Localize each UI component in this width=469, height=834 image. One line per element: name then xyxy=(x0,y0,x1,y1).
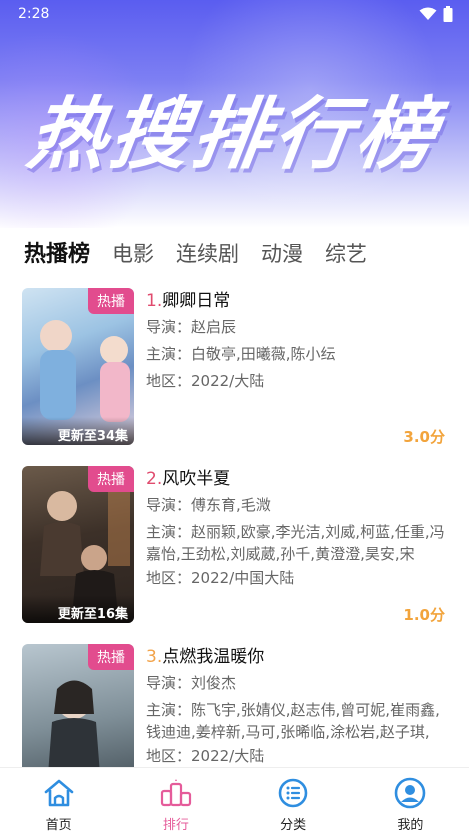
director-text: 导演：刘俊杰 xyxy=(146,674,237,692)
item-title[interactable]: 1.卿卿日常 xyxy=(146,288,449,314)
ranking-list: 热播 更新至34集 1.卿卿日常 导演：赵启辰 主演：白敬亭,田曦薇,陈小纭 地… xyxy=(0,288,469,822)
hot-badge: 热播 xyxy=(88,644,134,670)
bottom-nav: 首页 排行 分类 我的 xyxy=(0,767,469,834)
rank-number: 3. xyxy=(146,647,163,667)
hero-title: 热搜排行榜 xyxy=(22,90,445,180)
nav-category-label: 分类 xyxy=(280,818,307,833)
category-tabs: 热播榜 电影 连续剧 动漫 综艺 xyxy=(24,236,367,268)
cast-text: 主演：白敬亭,田曦薇,陈小纭 xyxy=(146,345,336,363)
score-text: 1.0分 xyxy=(403,606,445,624)
list-item[interactable]: 热播 更新至16集 2.风吹半夏 导演：傅东育,毛溦 主演：赵丽颖,欧豪,李光洁… xyxy=(0,466,469,644)
region-text: 地区：2022/中国大陆 xyxy=(146,569,295,587)
poster-image[interactable]: 热播 更新至16集 xyxy=(22,466,134,623)
tab-anime[interactable]: 动漫 xyxy=(261,238,303,268)
item-title[interactable]: 2.风吹半夏 xyxy=(146,466,449,492)
item-title[interactable]: 3.点燃我温暖你 xyxy=(146,644,449,670)
item-info: 2.风吹半夏 导演：傅东育,毛溦 主演：赵丽颖,欧豪,李光洁,刘威,柯蓝,任重,… xyxy=(146,466,449,592)
title-text: 卿卿日常 xyxy=(162,291,231,311)
nav-ranking[interactable]: 排行 xyxy=(136,776,216,833)
director-text: 导演：赵启辰 xyxy=(146,318,237,336)
tab-variety[interactable]: 综艺 xyxy=(325,238,367,268)
region-text: 地区：2022/大陆 xyxy=(146,747,265,765)
status-time: 2:28 xyxy=(18,6,50,22)
update-label: 更新至16集 xyxy=(22,595,134,623)
poster-image[interactable]: 热播 更新至34集 xyxy=(22,288,134,445)
nav-home[interactable]: 首页 xyxy=(19,776,99,833)
profile-icon xyxy=(393,776,427,810)
status-icons xyxy=(419,6,453,22)
nav-category[interactable]: 分类 xyxy=(253,776,333,833)
tab-movie[interactable]: 电影 xyxy=(112,238,154,268)
region-text: 地区：2022/大陆 xyxy=(146,372,265,390)
title-text: 风吹半夏 xyxy=(162,469,231,489)
wifi-icon xyxy=(419,7,437,20)
nav-profile-label: 我的 xyxy=(397,818,424,833)
nav-ranking-label: 排行 xyxy=(162,818,189,833)
update-label: 更新至34集 xyxy=(22,417,134,445)
cast-text: 主演：赵丽颖,欧豪,李光洁,刘威,柯蓝,任重,冯嘉怡,王劲松,刘威葳,孙千,黄澄… xyxy=(146,523,445,563)
battery-icon xyxy=(443,6,453,22)
tab-series[interactable]: 连续剧 xyxy=(176,238,239,268)
home-icon xyxy=(42,776,76,810)
cast-text: 主演：陈飞宇,张婧仪,赵志伟,曾可妮,崔雨鑫,钱迪迪,姜梓新,马可,张晞临,涂松… xyxy=(146,701,440,741)
item-info: 1.卿卿日常 导演：赵启辰 主演：白敬亭,田曦薇,陈小纭 地区：2022/大陆 xyxy=(146,288,449,395)
tab-hot[interactable]: 热播榜 xyxy=(24,236,90,268)
status-bar: 2:28 xyxy=(0,0,469,28)
ranking-icon xyxy=(159,776,193,810)
item-info: 3.点燃我温暖你 导演：刘俊杰 主演：陈飞宇,张婧仪,赵志伟,曾可妮,崔雨鑫,钱… xyxy=(146,644,449,770)
nav-profile[interactable]: 我的 xyxy=(370,776,450,833)
rank-number: 2. xyxy=(146,469,163,489)
hot-badge: 热播 xyxy=(88,288,134,314)
title-text: 点燃我温暖你 xyxy=(162,647,265,667)
score-text: 3.0分 xyxy=(403,428,445,446)
category-icon xyxy=(276,776,310,810)
rank-number: 1. xyxy=(146,291,163,311)
list-item[interactable]: 热播 更新至34集 1.卿卿日常 导演：赵启辰 主演：白敬亭,田曦薇,陈小纭 地… xyxy=(0,288,469,466)
director-text: 导演：傅东育,毛溦 xyxy=(146,496,271,514)
hot-badge: 热播 xyxy=(88,466,134,492)
nav-home-label: 首页 xyxy=(45,818,72,833)
hero-banner: 2:28 热搜排行榜 xyxy=(0,0,469,228)
